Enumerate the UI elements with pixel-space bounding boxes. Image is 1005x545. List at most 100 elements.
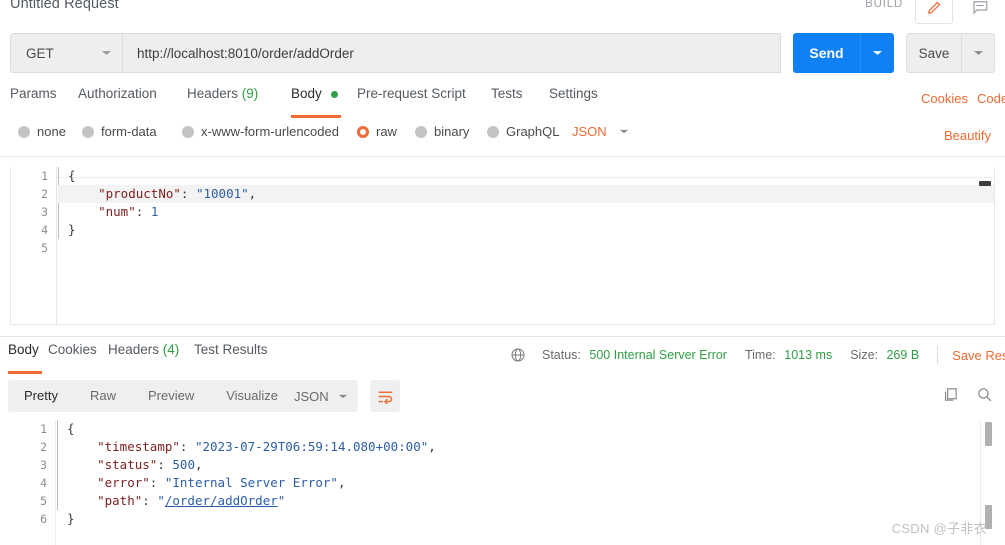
chevron-down-icon (872, 49, 883, 57)
url-input[interactable]: http://localhost:8010/order/addOrder (122, 33, 781, 73)
tab-body[interactable]: Body (291, 86, 341, 118)
response-format-select[interactable]: JSON (284, 380, 358, 412)
radio-label: GraphQL (506, 124, 560, 139)
tab-headers[interactable]: Headers (9) (187, 86, 258, 116)
method-select[interactable]: GET (10, 33, 122, 73)
chevron-down-icon (973, 49, 984, 57)
code-line: } (67, 511, 75, 526)
code-line: "num": 1 (98, 204, 159, 219)
body-type-urlencoded[interactable]: x-www-form-urlencoded (182, 124, 339, 139)
wrap-text-button[interactable] (370, 380, 400, 412)
edit-button[interactable] (915, 0, 953, 24)
pane-divider[interactable] (0, 336, 1005, 337)
body-type-binary[interactable]: binary (415, 124, 469, 139)
tab-settings[interactable]: Settings (549, 86, 598, 116)
tab-label: Cookies (48, 342, 97, 357)
body-type-raw[interactable]: raw (357, 124, 397, 139)
response-tab-body[interactable]: Body (8, 342, 42, 374)
response-tab-headers[interactable]: Headers (4) (108, 342, 179, 372)
cookies-link[interactable]: Cookies (921, 91, 968, 106)
tab-label: Params (10, 86, 57, 101)
response-tab-cookies[interactable]: Cookies (48, 342, 97, 372)
time-group: Time: 1013 ms (745, 348, 832, 362)
time-value: 1013 ms (784, 348, 833, 362)
beautify-link[interactable]: Beautify (944, 128, 991, 143)
code-line: } (68, 222, 76, 237)
tab-count: (9) (241, 86, 259, 101)
code-line: { (68, 168, 76, 183)
body-type-graphql[interactable]: GraphQL (487, 124, 559, 139)
size-group: Size: 269 B (850, 348, 919, 362)
code-line: "path": "/order/addOrder" (97, 493, 286, 508)
tab-label: Headers (187, 86, 239, 101)
send-options-button[interactable] (860, 33, 894, 73)
request-code-lines: { "productNo": "10001", "num": 1 } (58, 167, 994, 257)
tab-label: Authorization (78, 86, 157, 101)
comment-button[interactable] (961, 0, 999, 24)
chevron-down-icon (101, 49, 112, 57)
tab-authorization[interactable]: Authorization (78, 86, 157, 116)
request-editor-scrollbar[interactable] (979, 181, 991, 186)
tab-label: Body (291, 86, 322, 101)
radio-icon (415, 125, 427, 138)
save-options-button[interactable] (961, 33, 995, 73)
url-bar: GET http://localhost:8010/order/addOrder… (10, 33, 995, 73)
pencil-icon (926, 0, 943, 16)
line-number: 4 (40, 476, 47, 490)
save-button[interactable]: Save (906, 33, 961, 73)
radio-icon (82, 125, 94, 138)
code-line: "status": 500, (97, 457, 203, 472)
section-divider (0, 156, 1005, 157)
send-button[interactable]: Send (793, 33, 860, 73)
title-row: Untitled Request BUILD (0, 0, 1005, 28)
line-number: 6 (40, 512, 47, 526)
response-body-editor[interactable]: 1 2 3 4 5 6 { "timestamp": "2023-07-29T0… (10, 420, 995, 545)
save-response-label: Save Response (952, 347, 1005, 363)
postman-request-window: Untitled Request BUILD GET http://localh… (0, 0, 1005, 545)
view-pretty[interactable]: Pretty (8, 380, 74, 412)
body-type-none[interactable]: none (18, 124, 66, 139)
page-title: Untitled Request (10, 0, 119, 12)
view-visualize[interactable]: Visualize (210, 380, 294, 412)
request-body-editor[interactable]: 1 2 3 4 5 { "productNo": "10001", "num":… (10, 167, 995, 325)
tab-label: Settings (549, 86, 598, 101)
line-number: 3 (40, 458, 47, 472)
radio-label: x-www-form-urlencoded (201, 124, 339, 139)
tab-label: Tests (491, 86, 523, 101)
line-number: 3 (41, 205, 48, 219)
body-format-select[interactable]: JSON (572, 124, 629, 139)
response-scrollbar-thumb[interactable] (985, 422, 992, 446)
copy-icon (942, 386, 959, 403)
radio-icon (18, 125, 30, 138)
radio-label: none (37, 124, 66, 139)
radio-selected-icon (357, 125, 369, 138)
status-label: Status: (542, 348, 581, 362)
wrap-text-icon (377, 389, 394, 404)
radio-icon (487, 125, 499, 138)
save-response-button[interactable]: Save Response (952, 348, 1005, 363)
view-raw[interactable]: Raw (74, 380, 132, 412)
search-button[interactable] (976, 386, 993, 403)
radio-label: binary (434, 124, 470, 139)
body-type-form-data[interactable]: form-data (82, 124, 157, 139)
view-preview[interactable]: Preview (132, 380, 210, 412)
request-gutter: 1 2 3 4 5 (11, 167, 57, 324)
response-tab-test-results[interactable]: Test Results (194, 342, 268, 372)
body-type-row: none form-data x-www-form-urlencoded raw… (0, 124, 1005, 154)
response-view-switcher: Pretty Raw Preview Visualize (8, 380, 295, 412)
tab-label: Body (8, 342, 39, 357)
tab-tests[interactable]: Tests (491, 86, 523, 116)
response-code-lines: { "timestamp": "2023-07-29T06:59:14.080+… (57, 420, 995, 528)
tab-pre-request-script[interactable]: Pre-request Script (357, 86, 466, 116)
code-line: "timestamp": "2023-07-29T06:59:14.080+00… (97, 439, 436, 454)
radio-label: form-data (101, 124, 157, 139)
chevron-down-icon (338, 393, 348, 400)
watermark: CSDN @子非衣 (891, 521, 987, 536)
line-number: 4 (41, 223, 48, 237)
build-label: BUILD (865, 0, 903, 10)
copy-button[interactable] (942, 386, 959, 403)
tab-params[interactable]: Params (10, 86, 57, 116)
radio-icon (182, 125, 194, 138)
code-link[interactable]: Code (977, 91, 1005, 106)
